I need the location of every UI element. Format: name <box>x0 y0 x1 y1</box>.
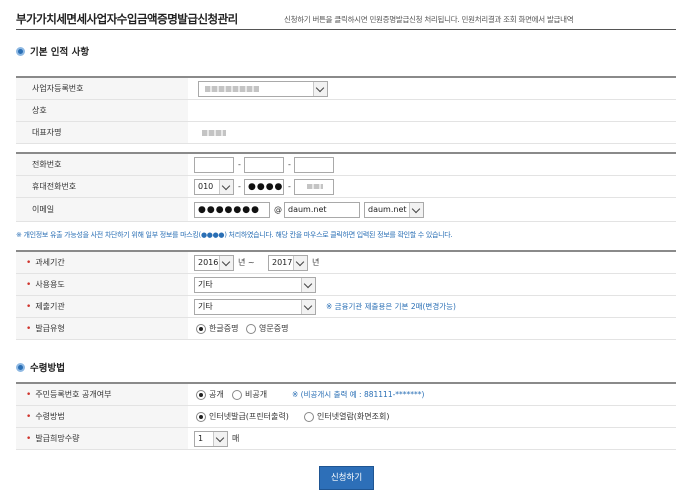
row-institution: 제출기관 기타 ※ 금융기관 제출용은 기본 2매(변경가능) <box>16 296 676 318</box>
radio-disclose-no[interactable] <box>232 390 242 400</box>
label-issue-type: 발급유형 <box>16 318 188 339</box>
page-description: 신청하기 버튼을 클릭하시면 민원증명발급신청 처리됩니다. 민원처리결과 조회… <box>284 15 574 24</box>
row-method: 수령방법 인터넷발급(프린터출력) 인터넷열람(화면조회) <box>16 406 676 428</box>
label-institution: 제출기관 <box>16 296 188 317</box>
radio-korean[interactable] <box>196 324 206 334</box>
row-trade-name: 상호 <box>16 100 676 122</box>
row-representative: 대표자명 <box>16 122 676 144</box>
row-issue-type: 발급유형 한글증명 영문증명 <box>16 318 676 340</box>
phone-field-2[interactable] <box>244 157 284 173</box>
chevron-down-icon <box>219 180 233 194</box>
section-title-basic: 기본 인적 사항 <box>16 44 89 58</box>
chevron-down-icon <box>219 256 233 270</box>
receive-method-table: 주민등록번호 공개여부 공개 비공개 ※ (비공개시 출력 예 : 881111… <box>16 382 676 450</box>
label-biz-no: 사업자등록번호 <box>16 78 188 99</box>
business-info-table: 사업자등록번호 상호 대표자명 <box>16 76 676 144</box>
mobile-field-3[interactable] <box>294 179 334 195</box>
row-period: 과세기간 2016 년 ~ 2017 년 <box>16 252 676 274</box>
submit-button[interactable]: 신청하기 <box>319 466 374 490</box>
chevron-down-icon <box>301 300 315 314</box>
chevron-down-icon <box>293 256 307 270</box>
phone-field-1[interactable] <box>194 157 234 173</box>
chevron-down-icon <box>301 278 315 292</box>
masking-notice: ※ 개인정보 유출 가능성을 사전 차단하기 위해 일부 정보를 마스킹(●●●… <box>16 231 453 239</box>
radio-method-view[interactable] <box>304 412 314 422</box>
disclosure-note: ※ (비공개시 출력 예 : 881111-*******) <box>292 390 425 399</box>
row-purpose: 사용용도 기타 <box>16 274 676 296</box>
mobile-prefix-select[interactable]: 010 <box>194 179 234 195</box>
row-disclosure: 주민등록번호 공개여부 공개 비공개 ※ (비공개시 출력 예 : 881111… <box>16 384 676 406</box>
email-local-field[interactable]: ●●●●●●● <box>194 202 270 218</box>
label-trade-name: 상호 <box>16 100 188 121</box>
label-period: 과세기간 <box>16 252 188 273</box>
institution-select[interactable]: 기타 <box>194 299 316 315</box>
chevron-down-icon <box>313 82 327 96</box>
row-phone: 전화번호 - - <box>16 154 676 176</box>
email-domain-select[interactable]: daum.net <box>364 202 424 218</box>
label-representative: 대표자명 <box>16 122 188 143</box>
masked-biz-no <box>205 86 259 92</box>
request-info-table: 과세기간 2016 년 ~ 2017 년 사용용도 기타 제출기관 기 <box>16 250 676 340</box>
radio-english[interactable] <box>246 324 256 334</box>
section-bullet-icon <box>16 363 25 372</box>
phone-field-3[interactable] <box>294 157 334 173</box>
row-copies: 발급희망수량 1 매 <box>16 428 676 450</box>
period-end-select[interactable]: 2017 <box>268 255 308 271</box>
chevron-down-icon <box>213 432 227 446</box>
row-biz-no: 사업자등록번호 <box>16 78 676 100</box>
period-start-select[interactable]: 2016 <box>194 255 234 271</box>
label-phone: 전화번호 <box>16 154 188 175</box>
label-purpose: 사용용도 <box>16 274 188 295</box>
radio-method-print[interactable] <box>196 412 206 422</box>
label-mobile: 휴대전화번호 <box>16 176 188 197</box>
row-email: 이메일 ●●●●●●● @ daum.net daum.net <box>16 198 676 222</box>
masked-representative <box>202 130 226 136</box>
row-mobile: 휴대전화번호 010 - ●●●● - <box>16 176 676 198</box>
section-title-receive: 수령방법 <box>16 360 65 374</box>
email-domain-field[interactable]: daum.net <box>284 202 360 218</box>
radio-disclose-yes[interactable] <box>196 390 206 400</box>
page-header: 부가가치세면세사업자수입금액증명발급신청관리 신청하기 버튼을 클릭하시면 민원… <box>16 10 676 30</box>
purpose-select[interactable]: 기타 <box>194 277 316 293</box>
institution-note: ※ 금융기관 제출용은 기본 2매(변경가능) <box>326 302 456 311</box>
label-method: 수령방법 <box>16 406 188 427</box>
contact-table: 전화번호 - - 휴대전화번호 010 - ●●●● - 이메일 ●●●●●●●… <box>16 152 676 222</box>
label-copies: 발급희망수량 <box>16 428 188 449</box>
section-bullet-icon <box>16 47 25 56</box>
chevron-down-icon <box>409 203 423 217</box>
label-disclosure: 주민등록번호 공개여부 <box>16 384 188 405</box>
page-title: 부가가치세면세사업자수입금액증명발급신청관리 <box>16 12 238 26</box>
biz-no-select[interactable] <box>198 81 328 97</box>
mobile-field-2[interactable]: ●●●● <box>244 179 284 195</box>
copies-select[interactable]: 1 <box>194 431 228 447</box>
label-email: 이메일 <box>16 198 188 221</box>
